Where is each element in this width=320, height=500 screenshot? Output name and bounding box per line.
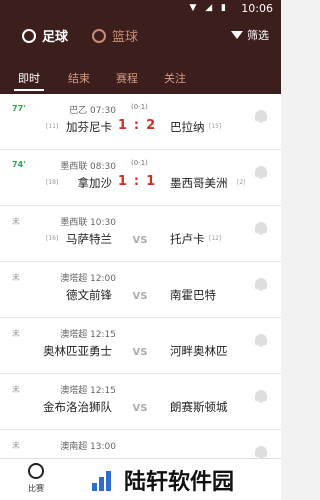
- home-score: 1: [117, 118, 134, 133]
- match-status: 未: [12, 217, 20, 226]
- nav-matches[interactable]: 比赛: [22, 463, 50, 494]
- match-status: 74': [12, 160, 26, 169]
- away-rank: [15]: [209, 123, 222, 130]
- tab-football[interactable]: 足球: [22, 26, 68, 45]
- home-team: 奥林匹亚勇士: [43, 344, 112, 358]
- bell-icon[interactable]: [255, 334, 267, 347]
- tab-finished[interactable]: 结束: [68, 70, 90, 86]
- home-team: 金布洛治狮队: [43, 400, 112, 414]
- basketball-icon: [92, 28, 106, 43]
- away-rank: [12]: [209, 235, 222, 242]
- match-list: 77' 巴乙 07:30 (0-1) [11] 加芬尼卡 1:2 巴拉纳 [15…: [0, 94, 281, 486]
- score: 1:1: [117, 174, 163, 189]
- match-league-time: 澳塔超 12:15: [60, 330, 116, 340]
- score: 1:2: [117, 118, 163, 133]
- watermark-logo-icon: [92, 469, 118, 491]
- match-status: 未: [12, 273, 20, 282]
- away-score: 2: [146, 118, 163, 133]
- home-score: 1: [117, 174, 134, 189]
- bell-icon[interactable]: [255, 110, 267, 123]
- match-league-time: 澳塔超 12:00: [60, 274, 116, 284]
- match-row[interactable]: 未 澳塔超 12:15 金布洛治狮队 VS 朗赛斯顿城: [0, 374, 281, 430]
- match-league-time: 墨西联 10:30: [60, 218, 116, 228]
- watermark: 陆轩软件园: [92, 464, 234, 496]
- vs-label: VS: [132, 235, 148, 246]
- bell-icon[interactable]: [255, 222, 267, 235]
- match-row[interactable]: 未 澳塔超 12:15 奥林匹亚勇士 VS 河畔奥林匹: [0, 318, 281, 374]
- tab-following[interactable]: 关注: [164, 70, 186, 86]
- bell-icon[interactable]: [255, 446, 267, 459]
- filter-icon: [231, 31, 243, 39]
- home-team: 加芬尼卡: [66, 120, 112, 134]
- vs-label: VS: [132, 291, 148, 302]
- half-score: (0-1): [131, 103, 148, 111]
- match-row[interactable]: 未 墨西联 10:30 [16] 马萨特兰 VS 托卢卡 [12]: [0, 206, 281, 262]
- match-league-time: 澳南超 13:00: [60, 442, 116, 452]
- match-league-time: 巴乙 07:30: [69, 106, 116, 116]
- tab-basketball[interactable]: 篮球: [92, 26, 138, 45]
- nav-matches-label: 比赛: [28, 484, 44, 493]
- match-row[interactable]: 未 澳塔超 12:00 德文前锋 VS 南霍巴特: [0, 262, 281, 318]
- watermark-text: 陆轩软件园: [124, 470, 235, 495]
- away-team: 朗赛斯顿城: [170, 400, 228, 414]
- match-league-time: 澳塔超 12:15: [60, 386, 116, 396]
- football-icon: [28, 463, 44, 479]
- match-status: 未: [12, 441, 20, 450]
- tab-live[interactable]: 即时: [18, 70, 40, 86]
- status-time: 10:06: [241, 2, 273, 15]
- match-league-time: 墨西联 08:30: [60, 162, 116, 172]
- football-label: 足球: [42, 30, 69, 45]
- football-icon: [22, 28, 36, 43]
- match-row[interactable]: 74' 墨西联 08:30 (0-1) [18] 拿加沙 1:1 墨西哥美洲 […: [0, 150, 281, 206]
- match-status: 77': [12, 104, 26, 113]
- away-team: 巴拉纳: [170, 120, 205, 134]
- vs-label: VS: [132, 403, 148, 414]
- bell-icon[interactable]: [255, 390, 267, 403]
- home-team: 马萨特兰: [66, 232, 112, 246]
- vs-label: VS: [132, 347, 148, 358]
- match-status: 未: [12, 329, 20, 338]
- status-icons: ▼ ◢ ▮: [189, 3, 229, 13]
- home-team: 德文前锋: [66, 288, 112, 302]
- basketball-label: 篮球: [112, 30, 139, 45]
- match-tabs: 即时 结束 赛程 关注: [0, 54, 281, 94]
- away-rank: [2]: [237, 179, 246, 186]
- bell-icon[interactable]: [255, 278, 267, 291]
- away-score: 1: [146, 174, 163, 189]
- tab-schedule[interactable]: 赛程: [116, 70, 138, 86]
- half-score: (0-1): [131, 159, 148, 167]
- filter-label: 筛选: [247, 29, 269, 42]
- status-bar: ▼ ◢ ▮ 10:06: [0, 0, 281, 18]
- active-tab-indicator: [14, 89, 44, 91]
- away-team: 河畔奥林匹: [170, 344, 228, 358]
- away-team: 墨西哥美洲: [170, 176, 228, 190]
- filter-button[interactable]: 筛选: [231, 27, 269, 43]
- home-team: 拿加沙: [77, 176, 113, 190]
- bell-icon[interactable]: [255, 166, 267, 179]
- match-row[interactable]: 77' 巴乙 07:30 (0-1) [11] 加芬尼卡 1:2 巴拉纳 [15…: [0, 94, 281, 150]
- match-status: 未: [12, 385, 20, 394]
- away-team: 南霍巴特: [170, 288, 216, 302]
- away-team: 托卢卡: [170, 232, 205, 246]
- top-header: 足球 篮球 筛选: [0, 18, 281, 54]
